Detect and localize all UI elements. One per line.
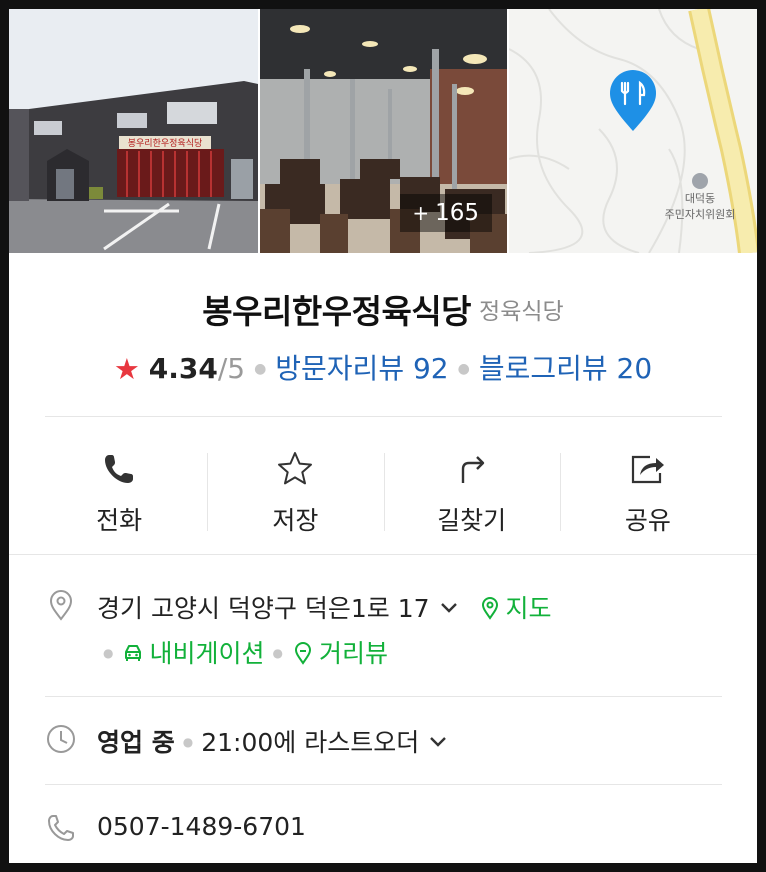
blog-reviews-link[interactable]: 블로그리뷰 20 bbox=[479, 352, 652, 385]
street-view-link-label: 거리뷰 bbox=[318, 639, 388, 668]
actions-divider bbox=[9, 554, 757, 555]
map-link-label: 지도 bbox=[505, 594, 552, 623]
navigation-link-label: 내비게이션 bbox=[149, 639, 265, 668]
action-bar: 전화 저장 길찾기 공유 bbox=[31, 429, 736, 539]
header-divider bbox=[45, 416, 722, 417]
plus-sign: + bbox=[412, 201, 430, 225]
directions-icon bbox=[461, 456, 484, 483]
place-category: 정육식당 bbox=[479, 299, 564, 325]
separator-dot: ● bbox=[254, 361, 267, 377]
phone-number: 0507-1489-6701 bbox=[97, 812, 306, 841]
rating-line: ★ 4.34/5 ● 방문자리뷰 92 ● 블로그리뷰 20 bbox=[9, 347, 757, 387]
star-outline-icon bbox=[278, 452, 313, 485]
visitor-reviews-link[interactable]: 방문자리뷰 92 bbox=[275, 352, 448, 385]
call-button[interactable]: 전화 bbox=[31, 429, 207, 539]
chevron-down-icon[interactable] bbox=[427, 731, 449, 753]
save-label: 저장 bbox=[272, 506, 319, 535]
chevron-down-icon[interactable] bbox=[438, 597, 460, 619]
more-photos-badge[interactable]: +165 bbox=[399, 194, 492, 232]
clock-icon bbox=[47, 725, 75, 753]
car-icon bbox=[125, 645, 142, 661]
star-icon: ★ bbox=[113, 352, 140, 386]
hours-detail: 21:00에 라스트오더 bbox=[201, 728, 420, 757]
phone-icon bbox=[105, 455, 134, 483]
call-label: 전화 bbox=[96, 506, 143, 535]
share-button[interactable]: 공유 bbox=[559, 429, 736, 539]
photo-strip: 봉우리한우정육식당 + 165 대덕동 주민자치위원회 bbox=[9, 9, 757, 253]
more-photos-count: 165 bbox=[435, 200, 479, 226]
directions-label: 길찾기 bbox=[437, 506, 507, 535]
hours-row[interactable]: 영업 중 ● 21:00에 라스트오더 bbox=[45, 723, 725, 763]
rating-value: 4.34 bbox=[148, 352, 218, 385]
map-label-line2: 주민자치위원회 bbox=[665, 208, 736, 221]
share-label: 공유 bbox=[624, 506, 671, 535]
street-view-link[interactable]: 거리뷰 bbox=[291, 639, 388, 668]
map-link[interactable]: 지도 bbox=[478, 594, 552, 623]
street-view-icon bbox=[294, 642, 311, 665]
place-card: 봉우리한우정육식당 + 165 대덕동 주민자치위원회 봉우리한우정육식당 정육… bbox=[9, 9, 757, 863]
directions-button[interactable]: 길찾기 bbox=[383, 429, 560, 539]
map-label-line1: 대덕동 bbox=[685, 192, 715, 205]
sign-text: 봉우리한우정육식당 bbox=[128, 138, 203, 149]
exterior-photo[interactable]: 봉우리한우정육식당 bbox=[9, 9, 258, 253]
separator-dot: ● bbox=[457, 361, 470, 377]
share-icon bbox=[631, 455, 664, 484]
address-text: 경기 고양시 덕양구 덕은1로 17 bbox=[97, 594, 430, 623]
rating-max: /5 bbox=[217, 352, 246, 385]
separator-dot: ● bbox=[182, 735, 194, 749]
address-row: 경기 고양시 덕양구 덕은1로 17 지도 ● 내비게이션 ● 거리뷰 bbox=[45, 589, 725, 679]
address-links-line: ● 내비게이션 ● 거리뷰 bbox=[103, 634, 388, 670]
hours-status: 영업 중 bbox=[97, 728, 175, 757]
navigation-link[interactable]: 내비게이션 bbox=[121, 639, 265, 668]
save-button[interactable]: 저장 bbox=[207, 429, 383, 539]
phone-outline-icon bbox=[48, 815, 74, 841]
place-name: 봉우리한우정육식당 bbox=[202, 292, 472, 331]
address-divider bbox=[45, 696, 722, 697]
location-pin-icon bbox=[49, 590, 73, 621]
map-pin-icon bbox=[481, 597, 498, 620]
place-header: 봉우리한우정육식당 정육식당 ★ 4.34/5 ● 방문자리뷰 92 ● 블로그리뷰 20 bbox=[9, 285, 757, 387]
map-thumbnail[interactable]: 대덕동 주민자치위원회 bbox=[509, 9, 757, 253]
address-line: 경기 고양시 덕양구 덕은1로 17 지도 bbox=[97, 589, 552, 625]
phone-row[interactable]: 0507-1489-6701 bbox=[45, 812, 725, 852]
interior-photo[interactable]: +165 bbox=[259, 9, 508, 253]
separator-dot: ● bbox=[272, 646, 283, 660]
separator-dot: ● bbox=[103, 646, 114, 660]
hours-divider bbox=[45, 784, 722, 785]
